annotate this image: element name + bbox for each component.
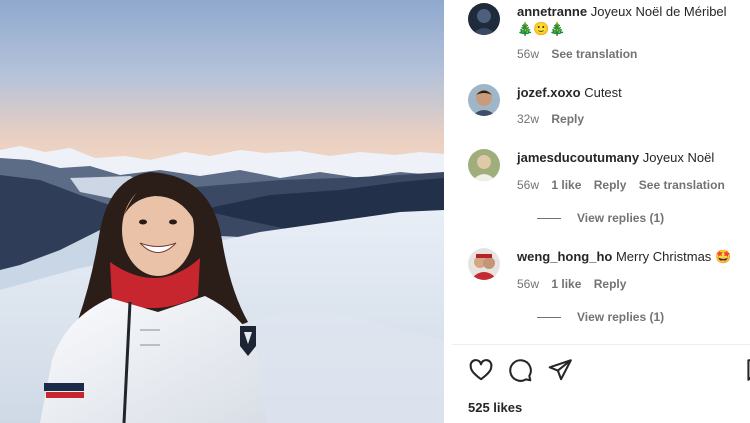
post-actions-bar <box>468 357 750 385</box>
comment-time[interactable]: 32w <box>517 112 539 126</box>
comment-body: weng_hong_ho Merry Christmas 🤩 <box>517 248 750 267</box>
comment-meta: 32w Reply <box>517 112 593 126</box>
view-replies-button[interactable]: View replies (1) <box>537 310 664 324</box>
like-button[interactable] <box>468 357 496 385</box>
comment-icon <box>509 359 532 382</box>
see-translation-button[interactable]: See translation <box>551 47 637 61</box>
avatar[interactable] <box>468 84 500 116</box>
view-replies-button[interactable]: View replies (1) <box>537 211 664 225</box>
replies-divider-line <box>537 317 561 319</box>
comment-likes[interactable]: 1 like <box>551 277 581 291</box>
actions-divider <box>452 344 750 345</box>
bookmark-icon <box>747 359 750 381</box>
comment-time[interactable]: 56w <box>517 47 539 61</box>
comment-emojis: 🤩 <box>714 250 732 265</box>
likes-count[interactable]: 525 likes <box>468 400 522 415</box>
avatar[interactable] <box>468 149 500 181</box>
comment-username[interactable]: weng_hong_ho <box>517 249 612 264</box>
replies-divider-line <box>537 218 561 220</box>
reply-button[interactable]: Reply <box>594 277 627 291</box>
view-replies-label: View replies (1) <box>577 211 665 225</box>
avatar[interactable] <box>468 248 500 280</box>
comment-body: jozef.xoxo Cutest <box>517 84 750 102</box>
comment-text: Joyeux Noël de Méribel <box>590 4 727 19</box>
view-replies-label: View replies (1) <box>577 310 665 324</box>
comment-text: Merry Christmas <box>615 249 712 264</box>
share-icon <box>548 359 572 381</box>
comment-time[interactable]: 56w <box>517 277 539 291</box>
comment-likes[interactable]: 1 like <box>551 178 581 192</box>
reply-button[interactable]: Reply <box>594 178 627 192</box>
comment-meta: 56w 1 like Reply <box>517 277 635 291</box>
comment-text: Cutest <box>584 85 622 100</box>
comment-meta: 56w See translation <box>517 47 646 61</box>
comment-button[interactable] <box>507 357 535 385</box>
comment-username[interactable]: jamesducoutumany <box>517 150 639 165</box>
comment-body: jamesducoutumany Joyeux Noël <box>517 149 750 167</box>
comment-username[interactable]: annetranne <box>517 4 587 19</box>
post-photo[interactable] <box>0 0 444 423</box>
avatar[interactable] <box>468 3 500 35</box>
save-button[interactable] <box>743 357 750 385</box>
comment-emojis: 🎄🙂🎄 <box>517 22 566 37</box>
comment-username[interactable]: jozef.xoxo <box>517 85 581 100</box>
comments-panel: annetranne Joyeux Noël de Méribel 🎄🙂🎄 56… <box>452 0 750 423</box>
comment-text: Joyeux Noël <box>642 150 715 165</box>
post-photo-image <box>0 0 444 423</box>
share-button[interactable] <box>547 357 575 385</box>
comment-meta: 56w 1 like Reply See translation <box>517 178 734 192</box>
heart-icon <box>469 359 493 381</box>
reply-button[interactable]: Reply <box>551 112 584 126</box>
comment-body: annetranne Joyeux Noël de Méribel 🎄🙂🎄 <box>517 3 750 39</box>
see-translation-button[interactable]: See translation <box>639 178 725 192</box>
comment-time[interactable]: 56w <box>517 178 539 192</box>
